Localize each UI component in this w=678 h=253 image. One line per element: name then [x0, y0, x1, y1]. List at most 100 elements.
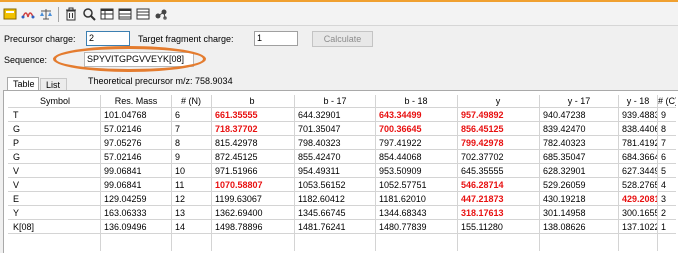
table-cell: V	[13, 180, 20, 190]
table-cell: 1498.78896	[215, 222, 263, 232]
table-cell: 1345.66745	[298, 208, 346, 218]
sequence-label: Sequence:	[4, 55, 48, 65]
table-cell: 137.10224	[622, 222, 657, 232]
column-header[interactable]: Res. Mass	[101, 95, 171, 108]
table-cell: 300.16557	[622, 208, 657, 218]
table-cell: 627.34499	[622, 166, 657, 176]
precursor-mz-text: Theoretical precursor m/z: 758.9034	[88, 76, 233, 86]
table-cell: T	[13, 110, 19, 120]
table-cell: 529.26059	[543, 180, 586, 190]
table-cell: 4	[661, 180, 667, 190]
highlight-ellipse	[53, 46, 206, 72]
table-cell: 1362.69400	[215, 208, 263, 218]
table-cell: 1052.57751	[379, 180, 427, 190]
column-header[interactable]: b - 17	[295, 95, 375, 108]
table-cell: 155.11280	[461, 222, 503, 232]
table-cell: 1481.76241	[298, 222, 346, 232]
table-cell: 685.35047	[543, 152, 586, 162]
table-cell: 1181.62010	[379, 194, 426, 204]
app-icon[interactable]	[3, 7, 17, 21]
column-header[interactable]: # (N)	[172, 95, 210, 108]
column-header[interactable]: # (C)	[658, 95, 676, 108]
table-cell: 3	[661, 194, 667, 204]
table-row[interactable]: P 97.05276 8 815.42978 798.40323 797.41922 799…	[8, 137, 676, 150]
table-cell: 528.27658	[622, 180, 657, 190]
table-cell: 138.08626	[543, 222, 586, 232]
trash-icon[interactable]	[64, 7, 78, 21]
table-row[interactable]: K[08] 136.09496 14 1498.78896 1481.76241 1480…	[8, 221, 676, 234]
table-cell: 815.42978	[215, 138, 258, 148]
table-cell: 940.47238	[543, 110, 586, 120]
molecule-icon[interactable]	[154, 7, 168, 21]
list-icon[interactable]	[136, 7, 150, 21]
table-cell: G	[13, 152, 21, 162]
column-header[interactable]: y - 17	[540, 95, 618, 108]
target-fragment-charge-label: Target fragment charge:	[138, 34, 234, 44]
table-cell: G	[13, 124, 21, 134]
tab-table[interactable]: Table	[7, 77, 39, 91]
table-cell: 8	[175, 138, 181, 148]
table-cell: 11	[175, 180, 185, 190]
table-cell: 797.41922	[379, 138, 422, 148]
table-cell: 700.36645	[379, 124, 422, 134]
table-cell: 546.28714	[461, 180, 504, 190]
column-header[interactable]: b	[212, 95, 292, 108]
table-cell: 838.44068	[622, 124, 657, 134]
table-cell: 1344.68343	[379, 208, 427, 218]
table-row[interactable]: T 101.04768 6 661.35555 644.32901 643.34499 95…	[8, 109, 676, 122]
table-row[interactable]: E 129.04259 12 1199.63067 1182.60412 1181.620…	[8, 193, 676, 206]
table-cell: 1480.77839	[379, 222, 427, 232]
table-icon[interactable]	[100, 7, 114, 21]
tree-icon[interactable]	[21, 7, 35, 21]
table-cell: 14	[175, 222, 186, 232]
table-cell: 6	[175, 110, 181, 120]
table-cell: 954.49311	[298, 166, 340, 176]
table-row[interactable]: V 99.06841 11 1070.58807 1053.56152 1052.5775…	[8, 179, 676, 192]
table-cell: 854.44068	[379, 152, 422, 162]
table-cell: 57.02146	[104, 124, 142, 134]
magnifier-icon[interactable]	[82, 7, 96, 21]
table-cell: 57.02146	[104, 152, 142, 162]
table-row[interactable]: G 57.02146 7 718.37702 701.35047 700.36645 856…	[8, 123, 676, 136]
fragment-table-panel: Symbol Res. Mass # (N) b b - 17 b - 18 y y - 17…	[3, 90, 678, 253]
table-cell: 855.42470	[298, 152, 341, 162]
table-cell: 661.35555	[215, 110, 258, 120]
table-cell: 301.14958	[543, 208, 586, 218]
table-header-row: Symbol Res. Mass # (N) b b - 17 b - 18 y y - 17…	[8, 95, 676, 108]
table-cell: 163.06333	[104, 208, 147, 218]
target-fragment-charge-input[interactable]: 1	[254, 31, 298, 46]
column-header[interactable]: y - 18	[619, 95, 657, 108]
table-cell: 9	[175, 152, 181, 162]
column-divider	[618, 95, 619, 251]
table-cell: 782.40323	[543, 138, 586, 148]
table-cell: 1199.63067	[215, 194, 262, 204]
table-row[interactable]: V 99.06841 10 971.51966 954.49311 953.50909 64…	[8, 165, 676, 178]
table-cell: 957.49892	[461, 110, 504, 120]
column-header[interactable]: y	[458, 95, 538, 108]
table-cell: 798.40323	[298, 138, 341, 148]
table-cell: 6	[661, 152, 667, 162]
table-cell: 9	[661, 110, 667, 120]
table-cell: 953.50909	[379, 166, 422, 176]
table-row[interactable]: Y 163.06333 13 1362.69400 1345.66745 1344.683…	[8, 207, 676, 220]
table-cell: 5	[661, 166, 667, 176]
table-cell: P	[13, 138, 20, 148]
table-cell: 718.37702	[215, 124, 258, 134]
precursor-charge-input[interactable]: 2	[86, 31, 130, 46]
table-cell: 645.35555	[461, 166, 504, 176]
calculate-button[interactable]: Calculate	[312, 31, 373, 47]
table-cell: 447.21873	[461, 194, 504, 204]
balance-icon[interactable]	[39, 7, 53, 21]
table-cell: 643.34499	[379, 110, 422, 120]
precursor-charge-label: Precursor charge:	[4, 34, 76, 44]
toolbar	[0, 2, 678, 26]
table-alt-icon[interactable]	[118, 7, 132, 21]
table-cell: 99.06841	[104, 180, 142, 190]
table-cell: 701.35047	[298, 124, 341, 134]
column-header[interactable]: b - 18	[376, 95, 456, 108]
column-header[interactable]: Symbol	[10, 95, 100, 108]
table-row[interactable]: G 57.02146 9 872.45125 855.42470 854.44068 702…	[8, 151, 676, 164]
table-cell: 839.42470	[543, 124, 586, 134]
table-cell: 971.51966	[215, 166, 258, 176]
table-cell: Y	[13, 208, 20, 218]
